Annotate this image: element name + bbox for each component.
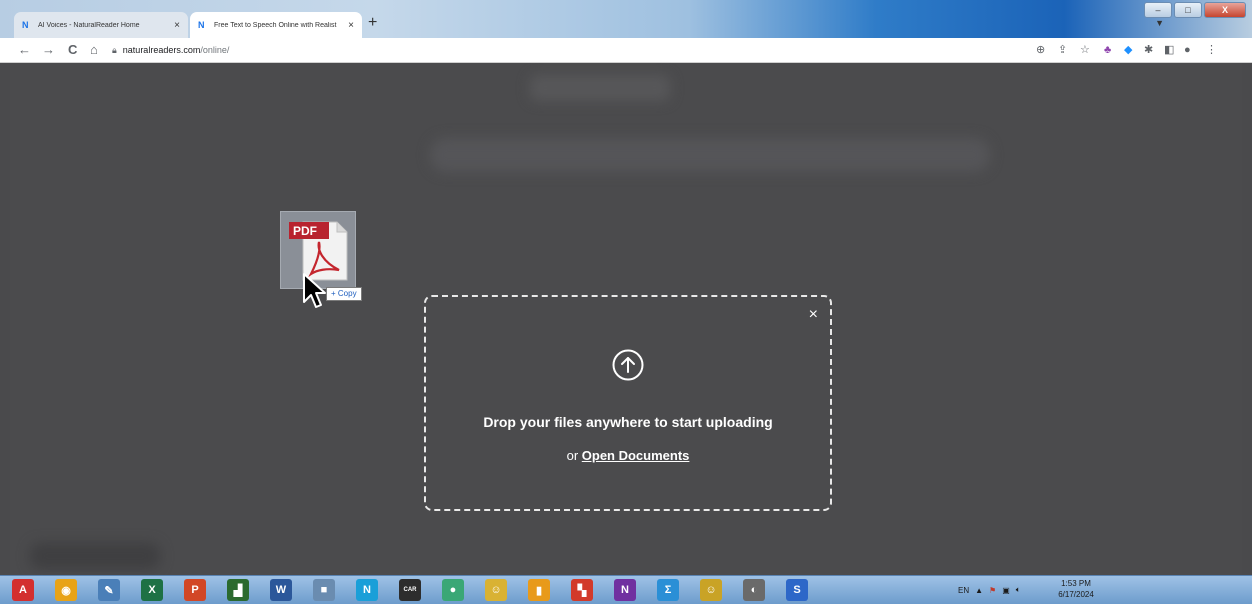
side-panel-icon[interactable]: ◧ [1164,43,1174,57]
extension-purple-icon[interactable]: ♣ [1104,43,1111,57]
new-tab-button[interactable]: + [368,15,377,31]
network-icon[interactable]: ▣ [1002,586,1010,595]
word-icon[interactable]: W [270,579,292,601]
naturalreader-icon[interactable]: N [356,579,378,601]
back-button[interactable]: ← [18,42,31,58]
photo-editor-icon[interactable]: ▚ [571,579,593,601]
page-overlay[interactable]: × Drop your files anywhere to start uplo… [10,63,1242,575]
close-icon[interactable]: × [809,307,818,323]
tab-free-text-to-speech[interactable]: N Free Text to Speech Online with Realis… [190,12,362,38]
game-icon[interactable]: ● [442,579,464,601]
open-documents-link[interactable]: Open Documents [582,448,690,463]
smiley-2-icon[interactable]: ☺ [700,579,722,601]
tray-overflow-icon[interactable]: ▲ [975,586,983,595]
open-documents-line: or Open Documents [426,448,830,463]
taskbar: A ◉ ✎ X P ▟ W ■ N CAR ● ☺ ▮ ▚ N Σ ☺ ◐ S EN ▲ ⚑ ▣ 🔈︎ 1:53 P… [0,575,1252,604]
tab-close-icon[interactable]: × [174,20,180,31]
maximize-button[interactable]: □ [1174,2,1202,18]
tab-ai-voices[interactable]: N AI Voices - NaturalReader Home × [14,12,188,38]
volume-icon[interactable]: 🔈︎ [1016,585,1021,595]
blurred-search-bar [430,138,990,172]
blurred-footer-element [30,543,160,569]
blurred-header-element [530,75,670,101]
upload-arrow-icon [612,349,644,381]
app-grid-icon[interactable]: ■ [313,579,335,601]
sigma-icon[interactable]: Σ [657,579,679,601]
window-controls: – □ X [1144,2,1246,18]
minimize-button[interactable]: – [1144,2,1172,18]
swirl-icon[interactable]: S [786,579,808,601]
file-drop-zone[interactable]: × Drop your files anywhere to start uplo… [424,295,832,511]
address-bar[interactable]: 🔒︎ naturalreaders.com/online/ [112,41,992,59]
clock-date: 6/17/2024 [1058,590,1094,599]
tab-title: AI Voices - NaturalReader Home [38,21,140,29]
naturalreader-favicon-icon: N [198,20,205,30]
reload-button[interactable]: C [68,42,77,58]
adobe-acrobat-icon[interactable]: A [12,579,34,601]
clock[interactable]: 1:53 PM 6/17/2024 [1050,578,1102,600]
browser-tab-strip: N AI Voices - NaturalReader Home × N Fre… [0,0,1252,38]
usb-drive-icon[interactable]: ▮ [528,579,550,601]
naturalreader-favicon-icon: N [22,20,29,30]
pdf-label: PDF [293,224,317,238]
excel-icon[interactable]: X [141,579,163,601]
home-button[interactable]: ⌂ [90,42,98,58]
onenote-icon[interactable]: N [614,579,636,601]
action-center-flag-icon[interactable]: ⚑ [989,586,996,595]
paint-icon[interactable]: ▟ [227,579,249,601]
drop-message: Drop your files anywhere to start upload… [483,414,773,430]
copy-drag-tooltip: + Copy [326,287,362,301]
notes-icon[interactable]: ✎ [98,579,120,601]
lock-icon[interactable]: 🔒︎ [112,45,117,56]
mouse-cursor-icon [303,273,326,308]
close-window-button[interactable]: X [1204,2,1246,18]
profile-avatar-icon[interactable]: ● [1184,43,1191,57]
browser-toolbar: ← → C ⌂ 🔒︎ naturalreaders.com/online/ ⊕ … [0,38,1252,63]
camera-icon[interactable]: ◐ [743,579,765,601]
clock-time: 1:53 PM [1061,579,1091,588]
forward-button[interactable]: → [42,42,55,58]
smiley-icon[interactable]: ☺ [485,579,507,601]
chrome-icon[interactable]: ◉ [55,579,77,601]
extension-blue-diamond-icon[interactable]: ◆ [1124,43,1132,57]
tab-title: Free Text to Speech Online with Realist [214,21,337,29]
url-host: naturalreaders.com [122,45,201,55]
extensions-puzzle-icon[interactable]: ✱ [1144,43,1153,57]
bookmark-star-icon[interactable]: ☆ [1080,43,1090,57]
language-indicator[interactable]: EN [958,586,969,595]
tab-search-chevron-icon[interactable]: ▼ [1155,18,1164,28]
menu-kebab-icon[interactable]: ⋮ [1206,43,1217,57]
or-text: or [566,448,582,463]
tab-close-icon[interactable]: × [348,20,354,31]
car-icon[interactable]: CAR [399,579,421,601]
install-app-icon[interactable]: ⊕ [1036,43,1045,57]
system-tray: EN ▲ ⚑ ▣ 🔈︎ [958,576,1021,604]
url-path: /online/ [200,45,230,55]
share-icon[interactable]: ⇪ [1058,43,1067,57]
powerpoint-icon[interactable]: P [184,579,206,601]
